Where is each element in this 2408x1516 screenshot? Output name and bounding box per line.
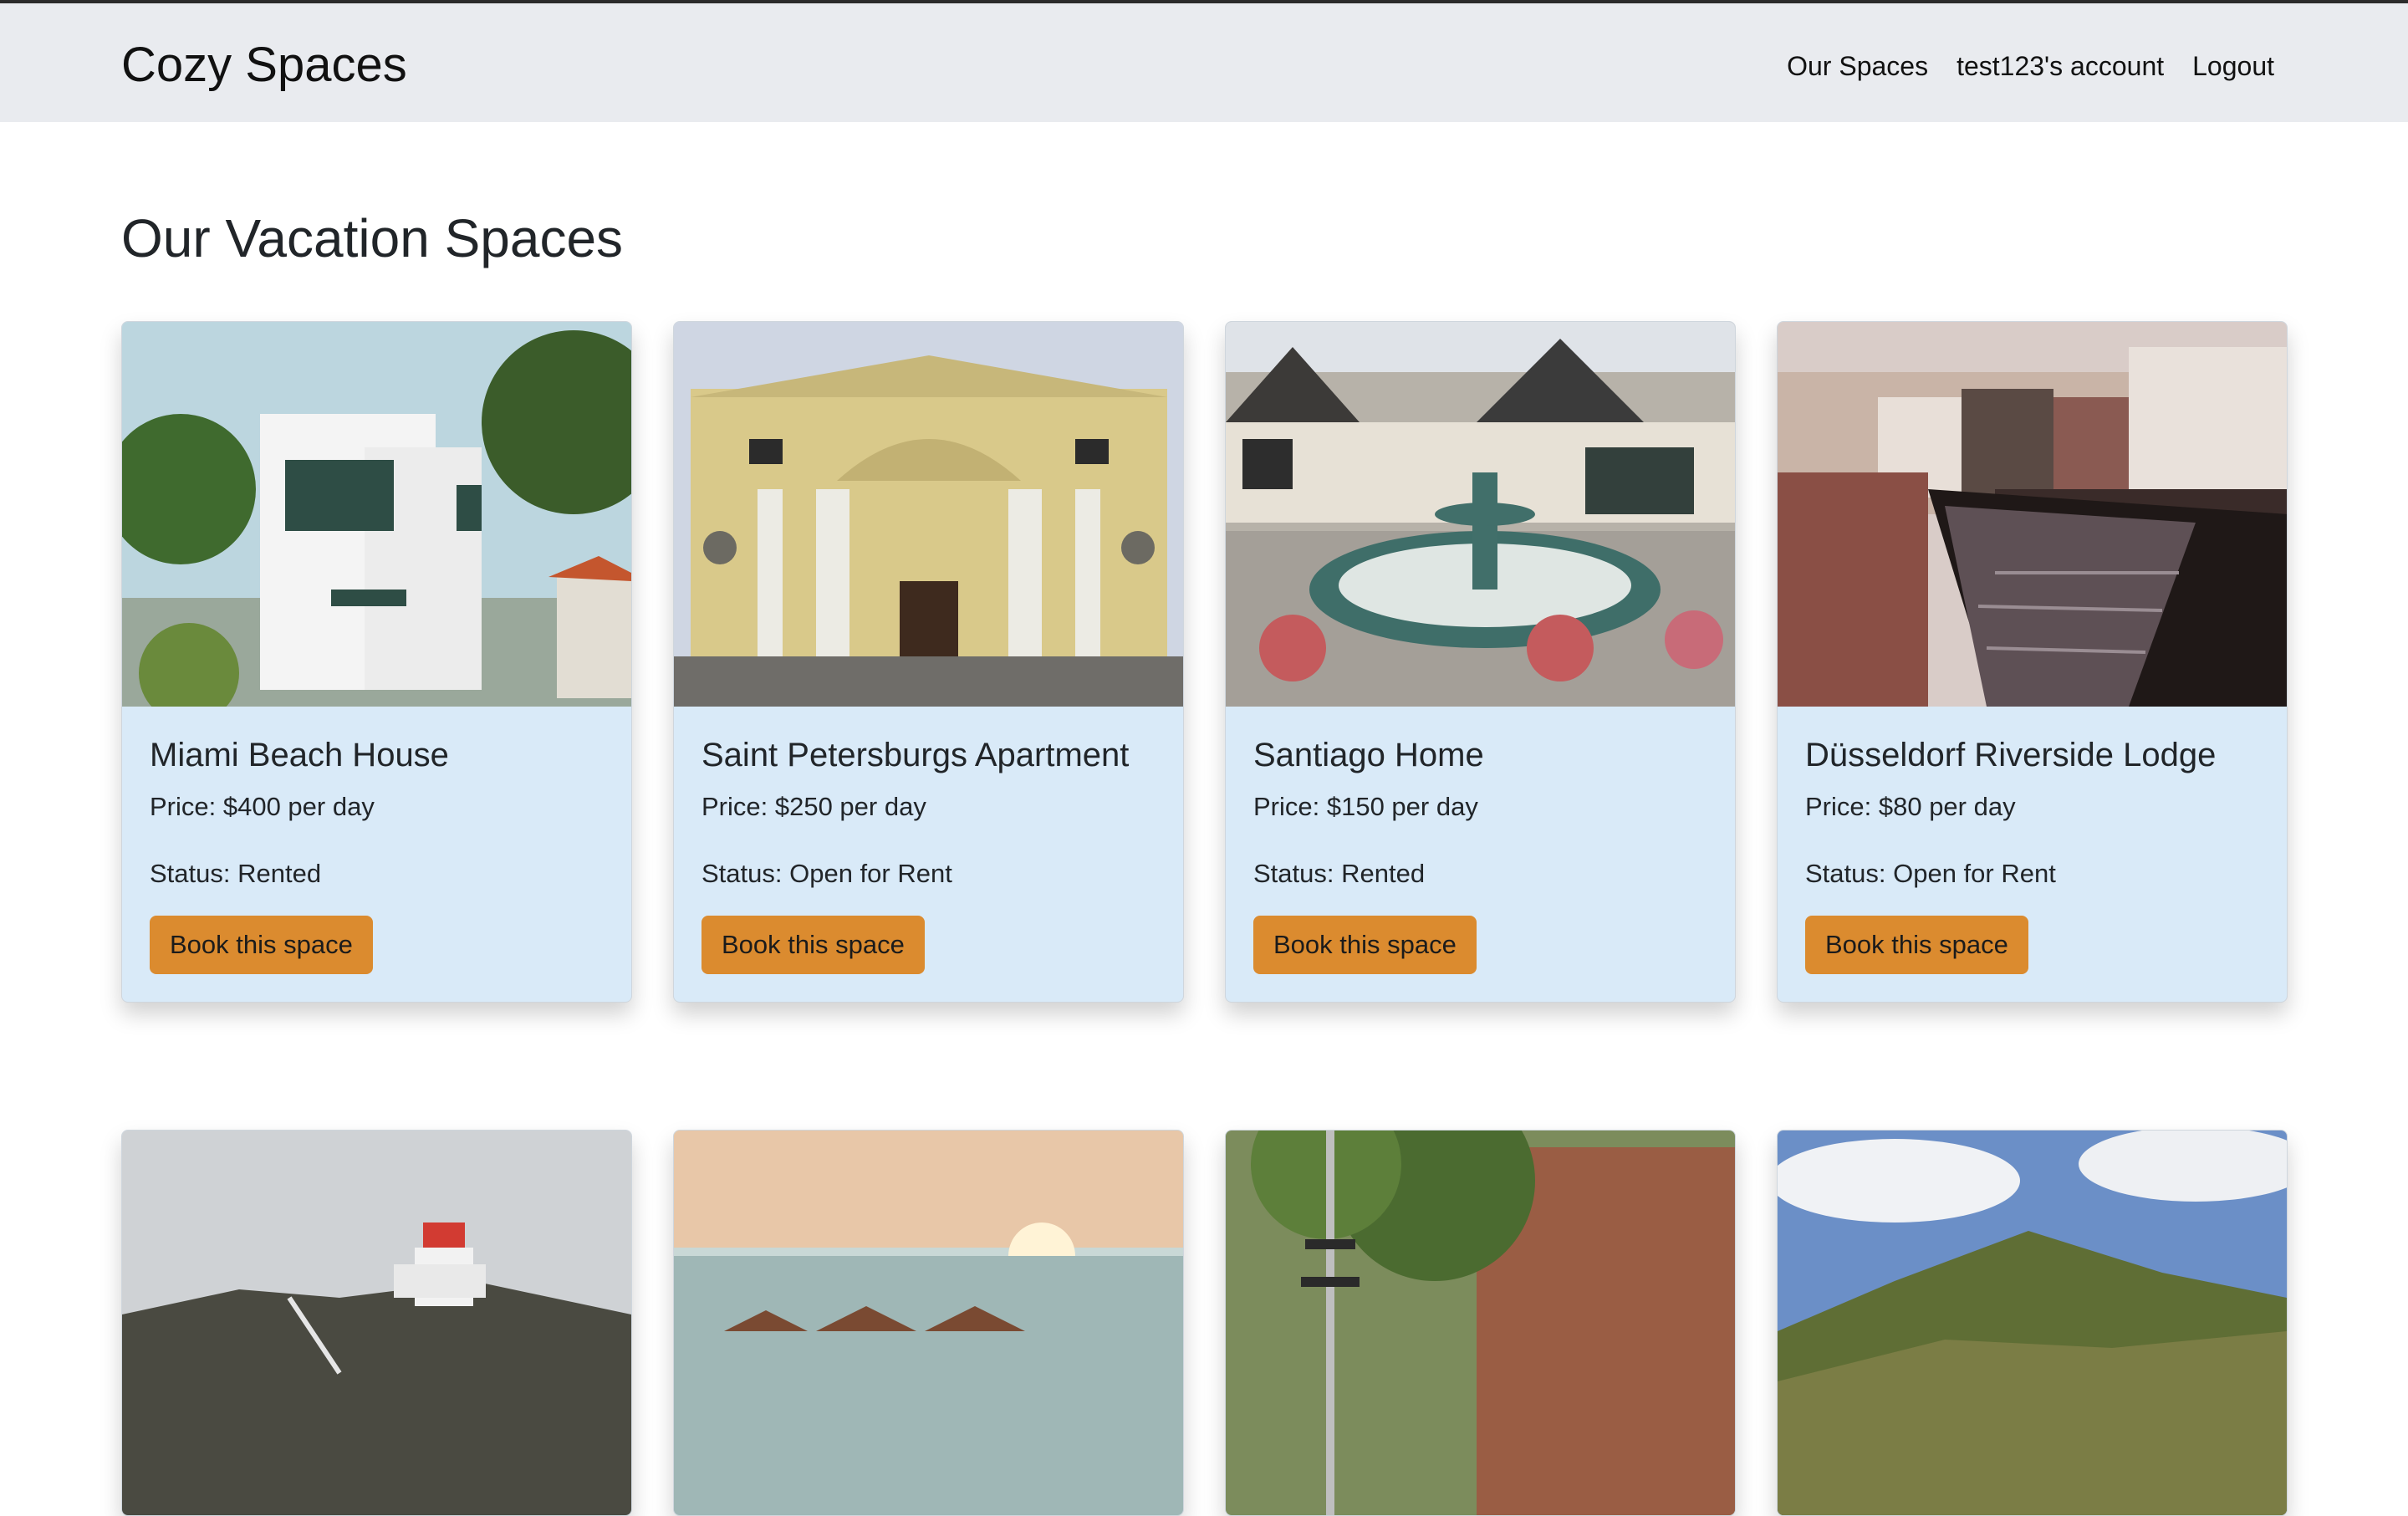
space-card: Santiago Home Price: $150 per day Status… bbox=[1225, 321, 1736, 1003]
space-image-city-street[interactable] bbox=[1226, 1131, 1735, 1515]
nav-link-account[interactable]: test123's account bbox=[1956, 45, 2164, 87]
space-card bbox=[1225, 1130, 1736, 1516]
page-title: Our Vacation Spaces bbox=[121, 208, 624, 268]
book-space-button[interactable]: Book this space bbox=[150, 916, 373, 974]
space-title: Saint Petersburgs Apartment bbox=[701, 737, 1130, 773]
space-price: Price: $150 per day bbox=[1253, 792, 1478, 821]
space-title: Miami Beach House bbox=[150, 737, 449, 773]
space-status: Status: Rented bbox=[150, 859, 322, 888]
space-card bbox=[121, 1130, 632, 1516]
space-image-santiago[interactable] bbox=[1226, 322, 1735, 707]
space-image-miami[interactable] bbox=[122, 322, 631, 707]
space-status: Status: Rented bbox=[1253, 859, 1426, 888]
space-image-dusseldorf[interactable] bbox=[1778, 322, 2287, 707]
nav-link-our-spaces[interactable]: Our Spaces bbox=[1787, 45, 1928, 87]
space-image-lighthouse[interactable] bbox=[122, 1131, 631, 1515]
space-status: Status: Open for Rent bbox=[701, 859, 952, 888]
space-status: Status: Open for Rent bbox=[1805, 859, 2056, 888]
brand-logo[interactable]: Cozy Spaces bbox=[121, 35, 407, 95]
nav-link-logout[interactable]: Logout bbox=[2192, 45, 2274, 87]
book-space-button[interactable]: Book this space bbox=[1253, 916, 1477, 974]
space-card: Miami Beach House Price: $400 per day St… bbox=[121, 321, 632, 1003]
book-space-button[interactable]: Book this space bbox=[1805, 916, 2028, 974]
book-space-button[interactable]: Book this space bbox=[701, 916, 925, 974]
space-image-overwater-villas[interactable] bbox=[674, 1131, 1183, 1515]
space-card bbox=[673, 1130, 1184, 1516]
nav-links: Our Spaces test123's account Logout bbox=[1787, 45, 2274, 87]
navbar: Cozy Spaces Our Spaces test123's account… bbox=[0, 3, 2408, 122]
space-image-saint-petersburg[interactable] bbox=[674, 322, 1183, 707]
space-image-forested-hill[interactable] bbox=[1778, 1131, 2287, 1515]
space-price: Price: $80 per day bbox=[1805, 792, 2016, 821]
space-title: Santiago Home bbox=[1253, 737, 1484, 773]
space-card: Saint Petersburgs Apartment Price: $250 … bbox=[673, 321, 1184, 1003]
space-price: Price: $400 per day bbox=[150, 792, 375, 821]
space-title: Düsseldorf Riverside Lodge bbox=[1805, 737, 2217, 773]
space-card: Düsseldorf Riverside Lodge Price: $80 pe… bbox=[1777, 321, 2288, 1003]
space-card bbox=[1777, 1130, 2288, 1516]
space-price: Price: $250 per day bbox=[701, 792, 926, 821]
